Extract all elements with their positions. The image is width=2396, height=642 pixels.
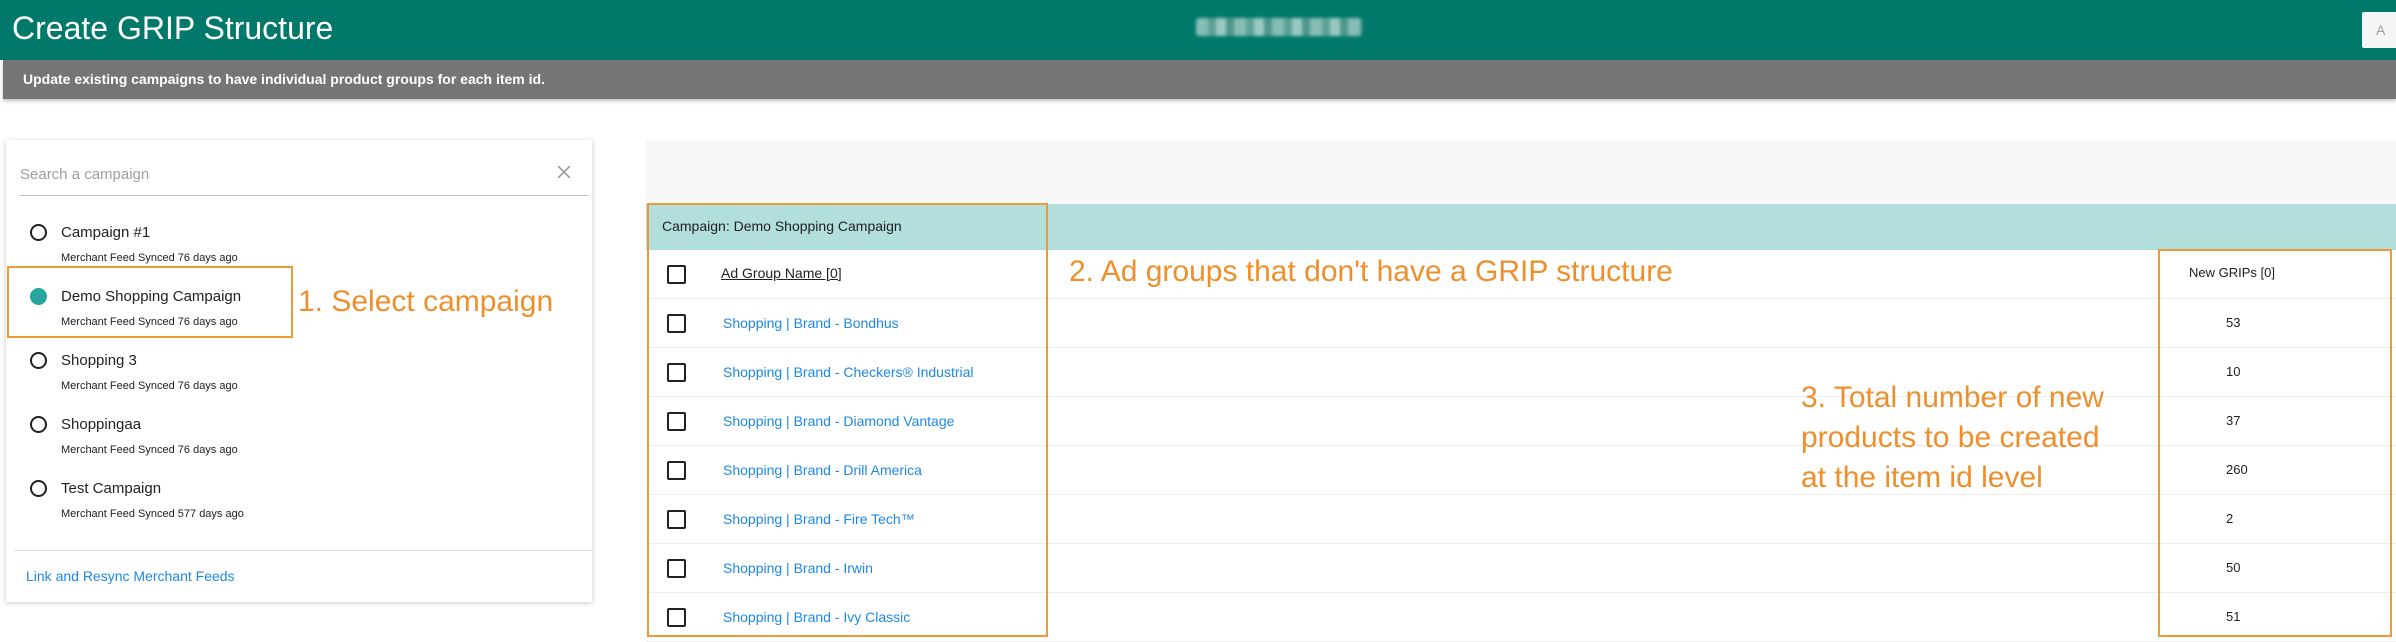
blurred-account-name [1196, 18, 1362, 36]
page: Create GRIP Structure A Update existing … [0, 0, 2396, 642]
radio-button[interactable] [30, 224, 47, 241]
annotation-step-3-line-1: 3. Total number of new [1801, 381, 2104, 414]
annotation-box-new-grips [2158, 249, 2392, 637]
campaign-item[interactable]: Test Campaign Merchant Feed Synced 577 d… [6, 460, 592, 524]
campaign-item[interactable]: Shoppingaa Merchant Feed Synced 76 days … [6, 396, 592, 460]
search-input[interactable] [20, 160, 540, 188]
campaign-name: Campaign #1 [61, 224, 151, 241]
campaign-sync-status: Merchant Feed Synced 76 days ago [61, 252, 238, 264]
campaign-item[interactable]: Campaign #1 Merchant Feed Synced 76 days… [6, 204, 592, 268]
radio-button[interactable] [30, 352, 47, 369]
annotation-step-1: 1. Select campaign [298, 285, 554, 318]
campaign-item[interactable]: Shopping 3 Merchant Feed Synced 76 days … [6, 332, 592, 396]
annotation-step-3-line-2: products to be created [1801, 421, 2100, 454]
radio-button[interactable] [30, 480, 47, 497]
divider [14, 550, 592, 551]
close-icon[interactable] [554, 162, 574, 182]
annotation-step-2: 2. Ad groups that don't have a GRIP stru… [1069, 255, 1673, 288]
header-action-button[interactable]: A [2362, 12, 2396, 48]
annotation-step-3-line-3: at the item id level [1801, 461, 2043, 494]
panel-toolbar [646, 140, 2396, 204]
campaign-sync-status: Merchant Feed Synced 577 days ago [61, 508, 244, 520]
annotation-box-ad-groups [647, 203, 1048, 637]
campaign-name: Shopping 3 [61, 352, 137, 369]
annotation-box-campaign [7, 266, 293, 338]
campaign-list-card: Campaign #1 Merchant Feed Synced 76 days… [6, 140, 592, 602]
resync-merchant-feeds-link[interactable]: Link and Resync Merchant Feeds [26, 568, 235, 584]
app-header: Create GRIP Structure A [0, 0, 2396, 60]
campaign-sync-status: Merchant Feed Synced 76 days ago [61, 380, 238, 392]
page-description: Update existing campaigns to have indivi… [23, 71, 545, 87]
page-title: Create GRIP Structure [12, 10, 334, 46]
campaign-sync-status: Merchant Feed Synced 76 days ago [61, 444, 238, 456]
radio-button[interactable] [30, 416, 47, 433]
campaign-search [20, 152, 588, 196]
campaign-name: Test Campaign [61, 480, 162, 497]
campaign-name: Shoppingaa [61, 416, 142, 433]
page-description-bar: Update existing campaigns to have indivi… [3, 60, 2396, 99]
